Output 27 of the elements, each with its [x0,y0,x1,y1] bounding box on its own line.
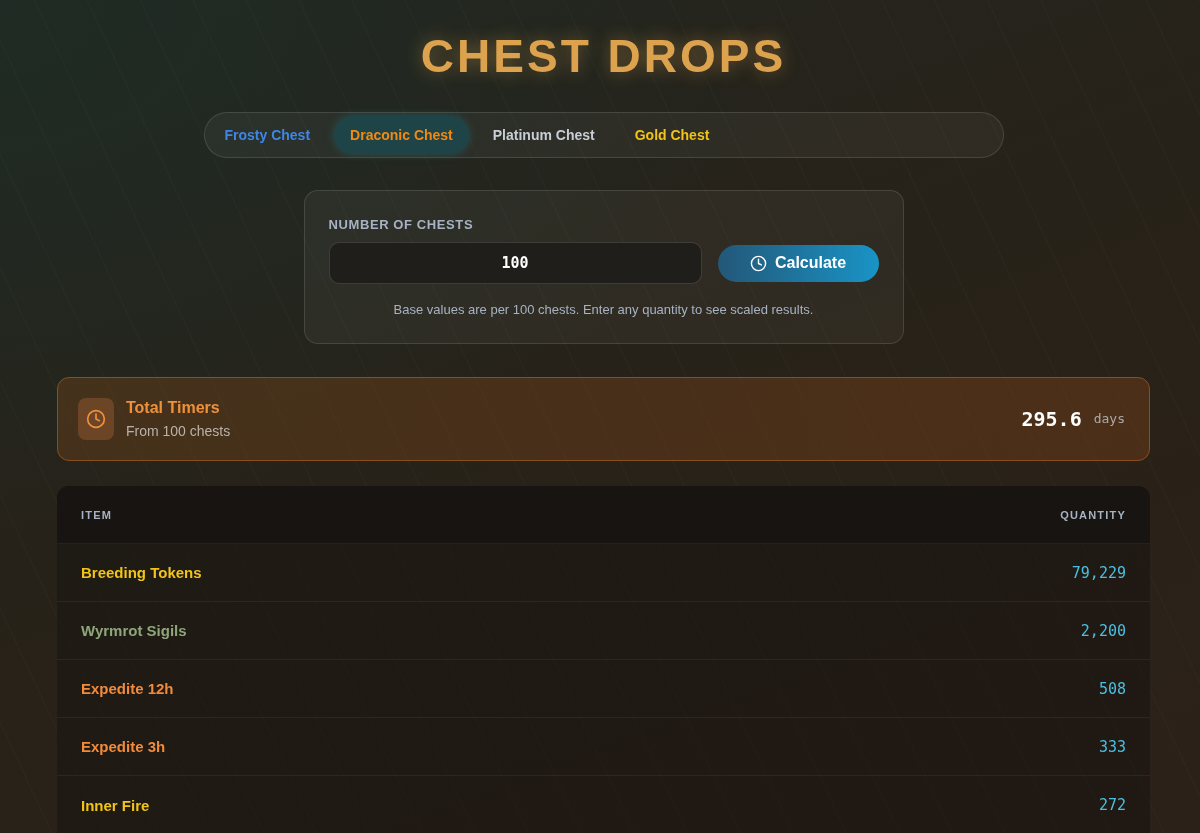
item-name: Expedite 3h [81,738,166,756]
quantity-value: 333 [1098,737,1126,756]
clock-icon [749,254,767,272]
timers-title: Total Timers [126,398,220,417]
item-name: Inner Fire [81,796,150,814]
clock-icon [78,397,114,440]
timers-unit: days [1093,411,1125,427]
quantity-value: 508 [1098,679,1126,698]
quantity-value: 79,229 [1071,563,1126,582]
column-header: QUANTITY [1060,508,1126,521]
quantity-value: 2,200 [1080,621,1126,640]
chest-tab[interactable]: Frosty Chest [208,116,327,154]
item-name: Breeding Tokens [81,564,202,582]
field-label: NUMBER OF CHESTS [328,217,474,232]
calculate-button[interactable]: Calculate [717,244,879,282]
help-text: Base values are per 100 chests. Enter any quantity to see scaled results. [393,302,814,317]
input-field[interactable]: 100 [328,242,702,284]
timers-value: 295.6 [1021,406,1082,431]
timers-subtitle: From 100 chests [126,422,231,439]
quantity-value: 272 [1098,796,1126,815]
chest-tab[interactable]: Platinum Chest [476,116,611,154]
chest-tab[interactable]: Draconic Chest [334,116,469,154]
chest-tab[interactable]: Gold Chest [618,116,726,154]
item-name: Wyrmrot Sigils [81,622,187,640]
page-title: CHEST DROPS [420,29,787,84]
item-name: Expedite 12h [81,680,174,698]
column-header: ITEM [81,508,113,521]
